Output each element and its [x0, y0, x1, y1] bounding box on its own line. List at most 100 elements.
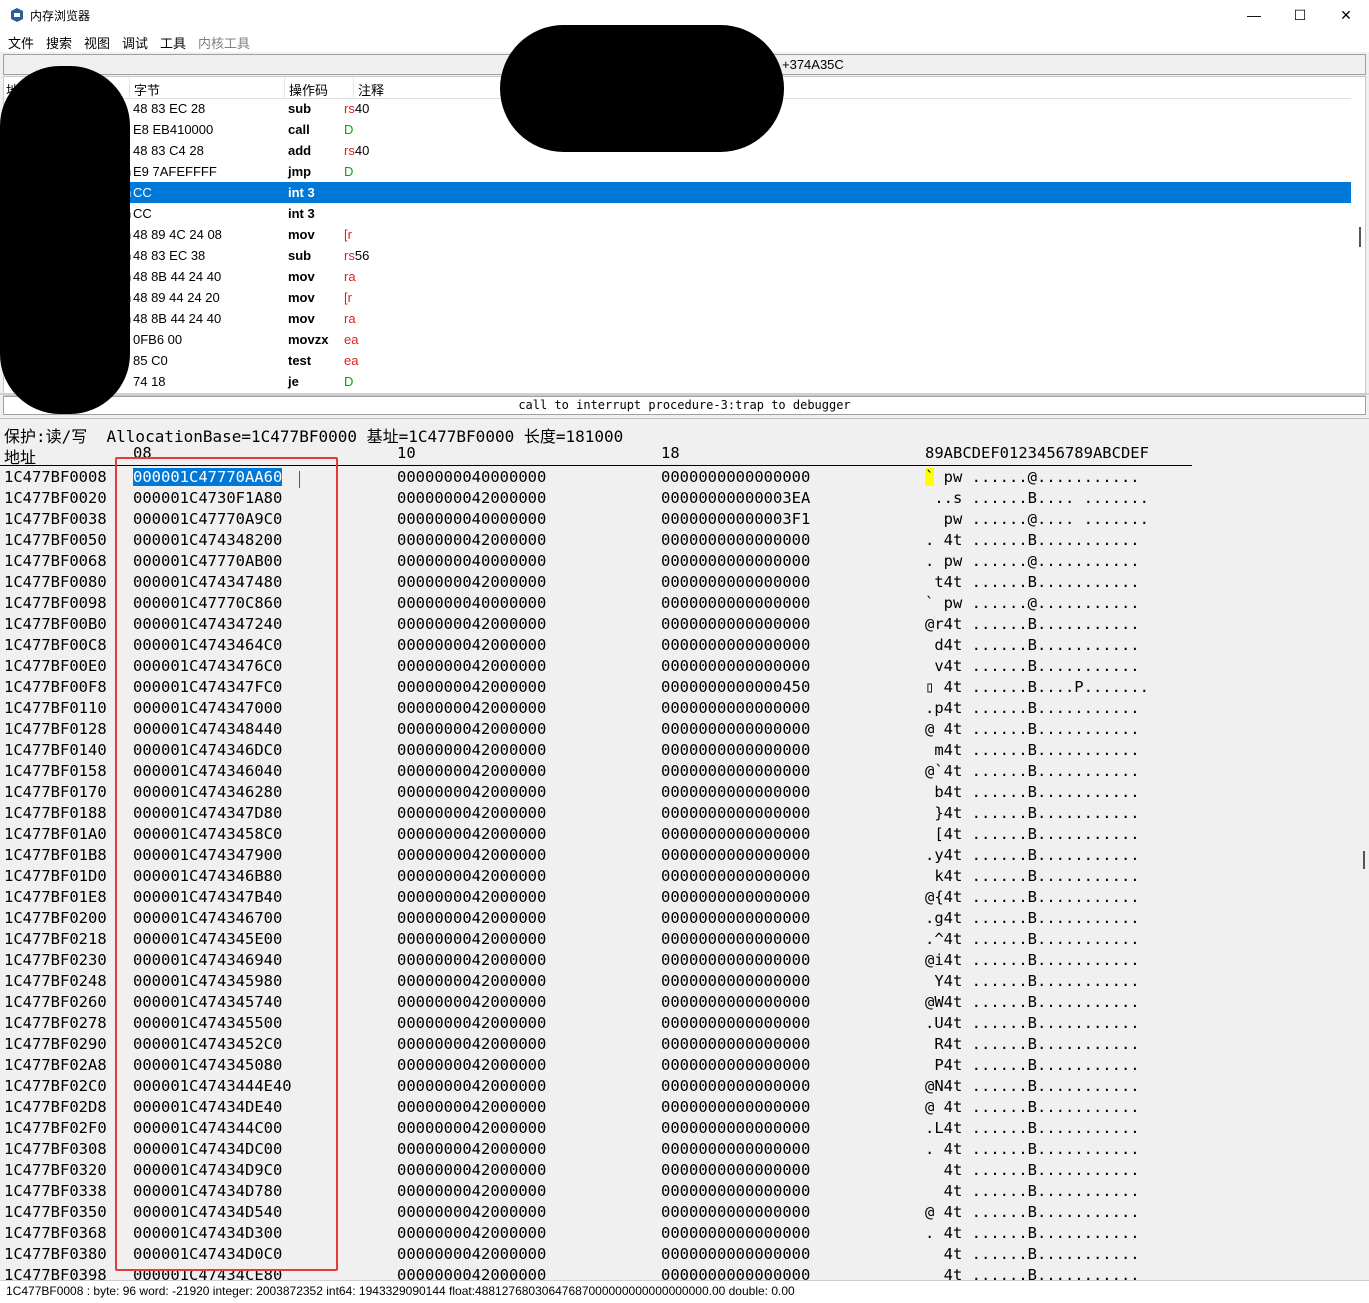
row-qword-18[interactable]: 0000000000000000: [661, 1056, 810, 1074]
row-qword-08[interactable]: 000001C47434D9C0: [133, 1161, 282, 1179]
row-qword-10[interactable]: 0000000042000000: [397, 1014, 546, 1032]
row-qword-18[interactable]: 0000000000000000: [661, 1161, 810, 1179]
row-qword-10[interactable]: 0000000042000000: [397, 1035, 546, 1053]
row-qword-08[interactable]: 000001C47434D0C0: [133, 1245, 282, 1263]
menu-view[interactable]: 视图: [84, 33, 110, 52]
hex-row[interactable]: 1C477BF01D0 000001C474346B80 0000000042000…: [0, 866, 1369, 887]
row-qword-08[interactable]: 000001C474346280: [133, 783, 282, 801]
row-qword-18[interactable]: 0000000000000450: [661, 678, 810, 696]
disassembly-row[interactable]: n48 8B 44 24 40movra: [4, 266, 1351, 287]
hex-row[interactable]: 1C477BF0020 000001C4730F1A80 0000000042000…: [0, 488, 1369, 509]
hex-row[interactable]: 1C477BF02F0 000001C474344C00 0000000042000…: [0, 1118, 1369, 1139]
row-qword-18[interactable]: 0000000000000000: [661, 531, 810, 549]
row-qword-10[interactable]: 0000000042000000: [397, 909, 546, 927]
header-opcode[interactable]: 操作码: [289, 80, 328, 99]
row-qword-10[interactable]: 0000000040000000: [397, 594, 546, 612]
row-qword-18[interactable]: 0000000000000000: [661, 573, 810, 591]
hex-row[interactable]: 1C477BF0350 000001C47434D540 0000000042000…: [0, 1202, 1369, 1223]
row-qword-08[interactable]: 000001C47770AB00: [133, 552, 282, 570]
row-qword-08[interactable]: 000001C474345740: [133, 993, 282, 1011]
row-qword-10[interactable]: 0000000042000000: [397, 699, 546, 717]
row-qword-18[interactable]: 0000000000000000: [661, 825, 810, 843]
row-qword-08[interactable]: 000001C4730F1A80: [133, 489, 282, 507]
row-qword-10[interactable]: 0000000042000000: [397, 1119, 546, 1137]
disassembly-row[interactable]: n48 8B 44 24 40movra: [4, 308, 1351, 329]
disassembly-row[interactable]: n48 83 EC 38subrs56: [4, 245, 1351, 266]
row-qword-10[interactable]: 0000000040000000: [397, 468, 546, 486]
row-qword-18[interactable]: 0000000000000000: [661, 1182, 810, 1200]
row-qword-10[interactable]: 0000000042000000: [397, 930, 546, 948]
menu-search[interactable]: 搜索: [46, 33, 72, 52]
row-qword-10[interactable]: 0000000042000000: [397, 1203, 546, 1221]
hex-row[interactable]: 1C477BF0290 000001C4743452C0 0000000042000…: [0, 1034, 1369, 1055]
row-qword-10[interactable]: 0000000042000000: [397, 888, 546, 906]
hex-row[interactable]: 1C477BF0140 000001C474346DC0 0000000042000…: [0, 740, 1369, 761]
row-qword-10[interactable]: 0000000042000000: [397, 573, 546, 591]
row-qword-18[interactable]: 0000000000000000: [661, 762, 810, 780]
row-qword-10[interactable]: 0000000042000000: [397, 636, 546, 654]
hex-row[interactable]: 1C477BF0038 000001C47770A9C0 0000000040000…: [0, 509, 1369, 530]
row-qword-18[interactable]: 0000000000000000: [661, 636, 810, 654]
row-qword-18[interactable]: 0000000000000000: [661, 846, 810, 864]
disassembly-row[interactable]: 74 18 je D: [4, 371, 1351, 392]
row-qword-18[interactable]: 00000000000003F1: [661, 510, 810, 528]
hex-row[interactable]: 1C477BF0098 000001C47770C860 0000000040000…: [0, 593, 1369, 614]
disassembly-row[interactable]: n48 89 44 24 20mov[r: [4, 287, 1351, 308]
hex-row[interactable]: 1C477BF0308 000001C47434DC00 0000000042000…: [0, 1139, 1369, 1160]
row-qword-18[interactable]: 0000000000000000: [661, 909, 810, 927]
row-qword-18[interactable]: 0000000000000000: [661, 657, 810, 675]
hex-row[interactable]: 1C477BF01B8 000001C474347900 0000000042000…: [0, 845, 1369, 866]
row-qword-18[interactable]: 0000000000000000: [661, 1035, 810, 1053]
row-qword-08[interactable]: 000001C47434CE80: [133, 1266, 282, 1281]
disassembly-row[interactable]: nCCint 3: [4, 182, 1351, 203]
menu-debug[interactable]: 调试: [122, 33, 148, 52]
disassembly-row[interactable]: nE9 7AFEFFFFjmpD: [4, 161, 1351, 182]
row-qword-08[interactable]: 000001C474346DC0: [133, 741, 282, 759]
hex-row[interactable]: 1C477BF0008 000001C47770AA60 0000000040000…: [0, 467, 1369, 488]
row-qword-08[interactable]: 000001C474347D80: [133, 804, 282, 822]
row-qword-10[interactable]: 0000000042000000: [397, 762, 546, 780]
hex-row[interactable]: 1C477BF0170 000001C474346280 0000000042000…: [0, 782, 1369, 803]
hex-row[interactable]: 1C477BF0278 000001C474345500 0000000042000…: [0, 1013, 1369, 1034]
row-qword-08[interactable]: 000001C474344C00: [133, 1119, 282, 1137]
row-qword-10[interactable]: 0000000042000000: [397, 720, 546, 738]
hex-row[interactable]: 1C477BF0110 000001C474347000 0000000042000…: [0, 698, 1369, 719]
hex-row[interactable]: 1C477BF0080 000001C474347480 0000000042000…: [0, 572, 1369, 593]
row-qword-10[interactable]: 0000000040000000: [397, 552, 546, 570]
row-qword-18[interactable]: 0000000000000000: [661, 1140, 810, 1158]
row-qword-10[interactable]: 0000000042000000: [397, 1245, 546, 1263]
hex-row[interactable]: 1C477BF0320 000001C47434D9C0 0000000042000…: [0, 1160, 1369, 1181]
hex-row[interactable]: 1C477BF0218 000001C474345E00 0000000042000…: [0, 929, 1369, 950]
row-qword-08[interactable]: 000001C47770C860: [133, 594, 282, 612]
row-qword-18[interactable]: 0000000000000000: [661, 972, 810, 990]
hex-row[interactable]: 1C477BF00B0 000001C474347240 0000000042000…: [0, 614, 1369, 635]
hex-row[interactable]: 1C477BF00F8 000001C474347FC0 0000000042000…: [0, 677, 1369, 698]
hex-row[interactable]: 1C477BF0368 000001C47434D300 0000000042000…: [0, 1223, 1369, 1244]
hex-row[interactable]: 1C477BF0398 000001C47434CE80 0000000042000…: [0, 1265, 1369, 1281]
row-qword-08[interactable]: 000001C474345980: [133, 972, 282, 990]
row-qword-18[interactable]: 0000000000000000: [661, 930, 810, 948]
row-qword-18[interactable]: 0000000000000000: [661, 468, 810, 486]
row-qword-10[interactable]: 0000000042000000: [397, 867, 546, 885]
row-qword-18[interactable]: 0000000000000000: [661, 1077, 810, 1095]
row-qword-08[interactable]: 000001C474347FC0: [133, 678, 282, 696]
disassembly-scrollbar[interactable]: [1359, 227, 1361, 247]
row-qword-10[interactable]: 0000000042000000: [397, 1140, 546, 1158]
hex-scrollbar[interactable]: [1363, 851, 1365, 869]
row-qword-18[interactable]: 0000000000000000: [661, 783, 810, 801]
row-qword-10[interactable]: 0000000042000000: [397, 657, 546, 675]
row-qword-08[interactable]: 000001C47770AA60: [133, 468, 283, 486]
hex-row[interactable]: 1C477BF00E0 000001C4743476C0 0000000042000…: [0, 656, 1369, 677]
row-qword-10[interactable]: 0000000042000000: [397, 846, 546, 864]
minimize-button[interactable]: —: [1231, 0, 1277, 30]
row-qword-10[interactable]: 0000000042000000: [397, 804, 546, 822]
row-qword-10[interactable]: 0000000042000000: [397, 678, 546, 696]
row-qword-10[interactable]: 0000000042000000: [397, 741, 546, 759]
maximize-button[interactable]: ☐: [1277, 0, 1323, 30]
row-qword-10[interactable]: 0000000042000000: [397, 972, 546, 990]
hex-row[interactable]: 1C477BF0068 000001C47770AB00 0000000040000…: [0, 551, 1369, 572]
row-qword-08[interactable]: 000001C474348440: [133, 720, 282, 738]
row-qword-08[interactable]: 000001C4743452C0: [133, 1035, 282, 1053]
row-qword-18[interactable]: 0000000000000000: [661, 951, 810, 969]
row-qword-10[interactable]: 0000000042000000: [397, 1266, 546, 1281]
